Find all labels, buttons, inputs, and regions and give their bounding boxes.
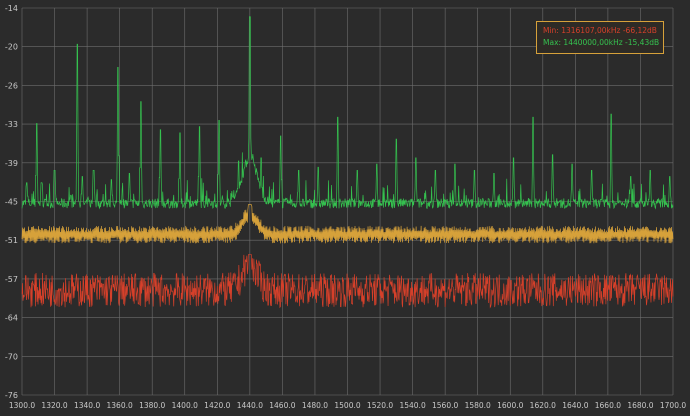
x-tick-label: 1480.0 <box>302 401 328 410</box>
x-tick-label: 1580.0 <box>465 401 491 410</box>
x-tick-label: 1620.0 <box>530 401 556 410</box>
y-tick-label: -64 <box>5 314 18 323</box>
y-tick-label: -70 <box>5 352 18 361</box>
x-tick-label: 1320.0 <box>41 401 67 410</box>
x-tick-label: 1340.0 <box>74 401 100 410</box>
x-tick-label: 1640.0 <box>562 401 588 410</box>
x-tick-label: 1660.0 <box>595 401 621 410</box>
y-tick-label: -76 <box>5 391 18 400</box>
y-axis-ticks: -14 -20 -26 -33 -39 -45 -51 -57 -64 -70 -76 <box>5 4 18 400</box>
min-readout: Min: 1316107,00kHz -66,12dB <box>543 26 657 35</box>
x-tick-label: 1500.0 <box>334 401 360 410</box>
x-axis-ticks: 1300.0 1320.0 1340.0 1360.0 1380.0 1400.0 1420… <box>9 401 686 410</box>
min-max-readout: Min: 1316107,00kHz -66,12dB Max: 1440000… <box>536 21 664 54</box>
y-tick-label: -45 <box>5 198 18 207</box>
x-tick-label: 1400.0 <box>172 401 198 410</box>
max-readout: Max: 1440000,00kHz -15,43dB <box>543 38 660 47</box>
x-tick-label: 1560.0 <box>432 401 458 410</box>
x-tick-label: 1380.0 <box>139 401 165 410</box>
x-tick-label: 1540.0 <box>399 401 425 410</box>
y-tick-label: -57 <box>5 275 18 284</box>
x-tick-label: 1680.0 <box>627 401 653 410</box>
y-tick-label: -51 <box>5 236 18 245</box>
x-tick-label: 1420.0 <box>204 401 230 410</box>
x-tick-label: 1600.0 <box>497 401 523 410</box>
spectrum-plot[interactable]: -14 -20 -26 -33 -39 -45 -51 -57 -64 -70 -76 1300.0… <box>0 0 690 412</box>
x-tick-label: 1440.0 <box>237 401 263 410</box>
x-tick-label: 1300.0 <box>9 401 35 410</box>
y-tick-label: -39 <box>5 159 18 168</box>
y-tick-label: -33 <box>5 120 18 129</box>
y-tick-label: -26 <box>5 81 18 90</box>
spectrum-view[interactable]: -14 -20 -26 -33 -39 -45 -51 -57 -64 -70 -76 1300.0… <box>0 0 690 412</box>
x-tick-label: 1700.0 <box>660 401 686 410</box>
x-tick-label: 1460.0 <box>269 401 295 410</box>
y-tick-label: -20 <box>5 43 18 52</box>
x-tick-label: 1360.0 <box>107 401 133 410</box>
y-tick-label: -14 <box>5 4 18 13</box>
x-tick-label: 1520.0 <box>367 401 393 410</box>
